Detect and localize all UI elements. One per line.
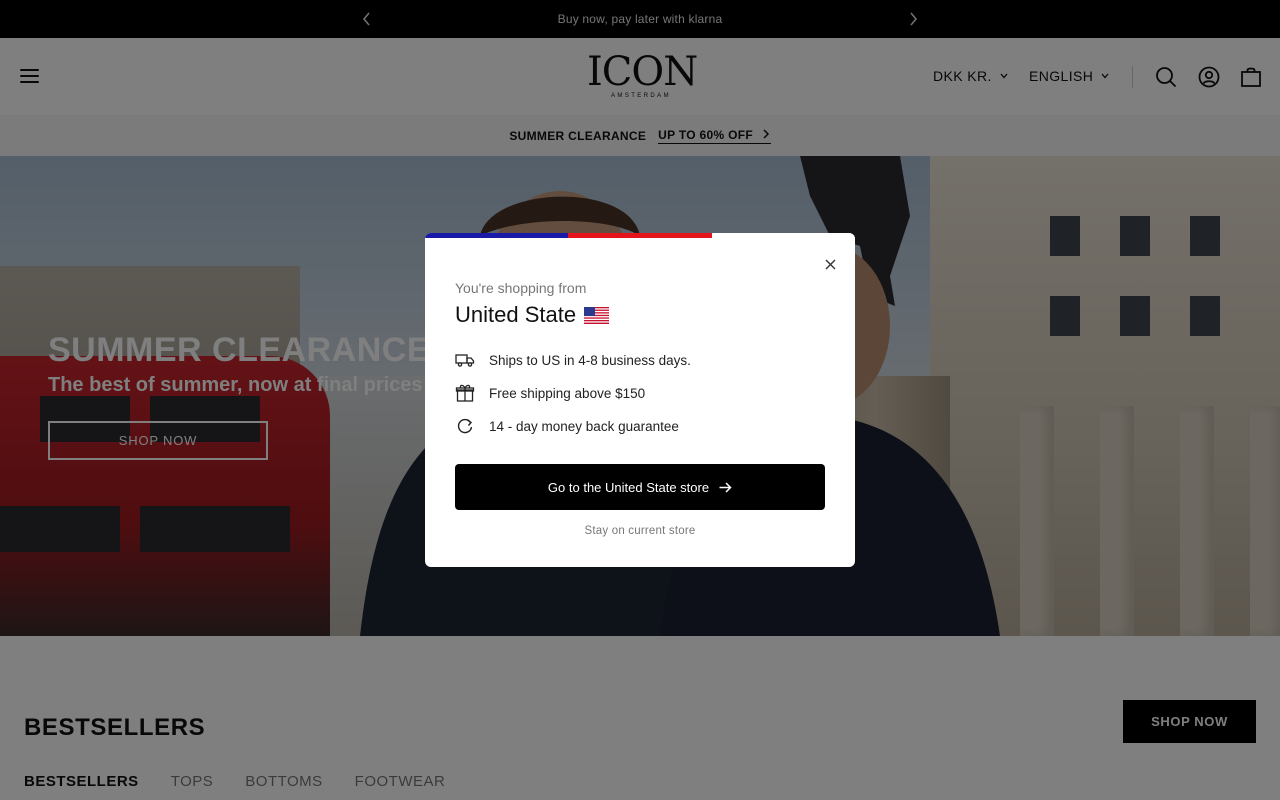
gift-icon (455, 384, 475, 402)
refresh-icon (457, 418, 473, 434)
feature-shipping-time: Ships to US in 4-8 business days. (455, 350, 691, 370)
shopping-from-label: You're shopping from (455, 280, 587, 296)
feature-money-back: 14 - day money back guarantee (455, 416, 679, 436)
close-icon[interactable] (819, 253, 841, 275)
country-text: United State (455, 302, 577, 327)
arrow-right-icon (719, 481, 732, 493)
feature-free-shipping: Free shipping above $150 (455, 383, 645, 403)
country-redirect-modal: You're shopping from United State Ships … (425, 233, 855, 567)
feature-text: 14 - day money back guarantee (489, 418, 679, 434)
country-name: United State (455, 302, 610, 328)
go-to-store-label: Go to the United State store (547, 479, 710, 495)
feature-text: Free shipping above $150 (489, 385, 646, 401)
us-flag-icon (584, 306, 610, 324)
flag-color-bar (425, 233, 855, 238)
feature-text: Ships to US in 4-8 business days. (489, 352, 691, 368)
go-to-store-button[interactable]: Go to the United State store (455, 464, 825, 510)
stay-on-current-store-link[interactable]: Stay on current store (425, 525, 855, 537)
truck-icon (455, 354, 475, 367)
